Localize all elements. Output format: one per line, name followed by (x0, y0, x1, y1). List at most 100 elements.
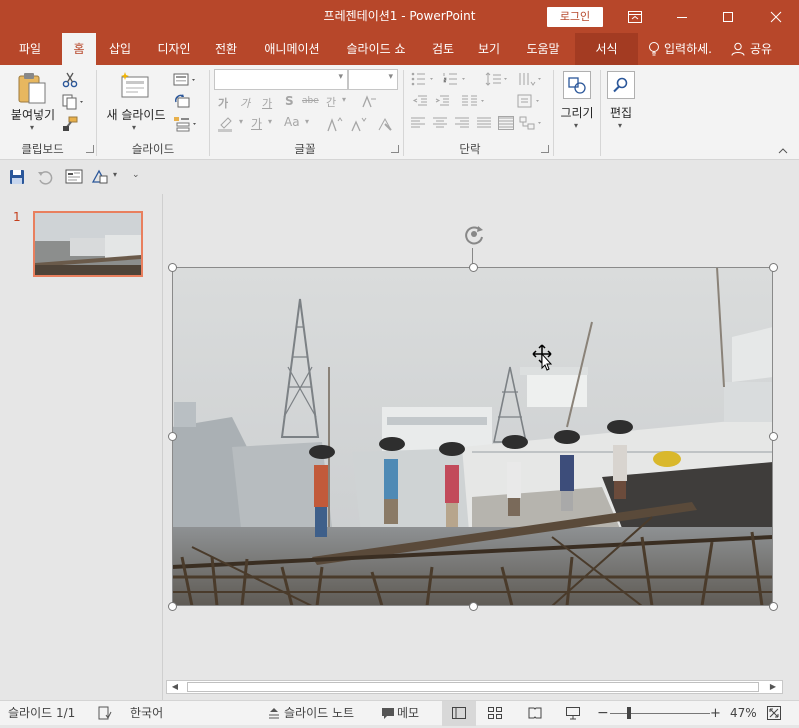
resize-handle[interactable] (168, 432, 177, 441)
decrease-font-icon[interactable] (348, 115, 370, 133)
paste-icon[interactable] (16, 71, 48, 108)
strikethrough-button[interactable]: abe (302, 96, 319, 106)
new-slide-icon[interactable] (118, 71, 152, 104)
draw-dropdown-icon[interactable]: ▾ (574, 121, 578, 130)
line-spacing-icon[interactable] (484, 71, 514, 87)
edit-button[interactable]: 편집 (604, 104, 638, 121)
layout-icon[interactable] (172, 71, 202, 89)
new-slide-button[interactable]: 새 슬라이드 (103, 106, 169, 123)
share-button[interactable]: 공유 (750, 33, 772, 65)
notes-button[interactable]: 슬라이드 노트 (284, 701, 354, 726)
section-icon[interactable] (172, 115, 202, 133)
paragraph-launcher-icon[interactable] (541, 145, 549, 153)
save-icon[interactable] (8, 168, 26, 186)
paste-button[interactable]: 붙여넣기 (6, 106, 60, 123)
numbering-icon[interactable] (442, 71, 472, 87)
horizontal-scrollbar[interactable]: ◀ ▶ (166, 680, 783, 694)
reading-view-icon[interactable] (528, 707, 542, 722)
resize-handle[interactable] (769, 263, 778, 272)
scroll-thumb[interactable] (187, 682, 759, 692)
decrease-indent-icon[interactable] (410, 93, 430, 109)
customize-qat-icon[interactable]: ⌄ (132, 170, 140, 180)
chevron-down-icon[interactable]: ▾ (268, 117, 272, 126)
scroll-left-icon[interactable]: ◀ (169, 682, 181, 692)
resize-handle[interactable] (769, 432, 778, 441)
font-launcher-icon[interactable] (391, 145, 399, 153)
bold-button[interactable]: 가 (218, 95, 228, 111)
chevron-down-icon[interactable]: ▾ (388, 72, 393, 82)
login-button[interactable]: 로그인 (547, 7, 603, 27)
justify-icon[interactable] (474, 115, 494, 131)
accessibility-icon[interactable] (98, 706, 112, 723)
scroll-right-icon[interactable]: ▶ (767, 682, 779, 692)
ribbon-display-options-icon[interactable] (612, 0, 658, 33)
zoom-level[interactable]: 47% (730, 701, 757, 726)
search-icon[interactable] (607, 71, 635, 99)
vertical-scrollbar[interactable] (783, 194, 799, 700)
tab-review[interactable]: 검토 (424, 33, 462, 65)
tab-help[interactable]: 도움말 (518, 33, 568, 65)
font-size-aa-button[interactable]: Aa (284, 115, 300, 129)
tab-slideshow[interactable]: 슬라이드 쇼 (336, 33, 416, 65)
character-spacing-button[interactable]: 간 (326, 94, 336, 110)
comment-icon[interactable] (381, 707, 395, 723)
font-color-button[interactable]: 가 (251, 115, 262, 132)
align-left-icon[interactable] (408, 115, 428, 131)
collapse-ribbon-icon[interactable] (778, 144, 788, 158)
minimize-icon[interactable] (659, 0, 705, 33)
tab-home[interactable]: 홈 (62, 33, 96, 65)
highlight-color-icon[interactable] (214, 115, 238, 133)
draw-button[interactable]: 그리기 (556, 104, 598, 121)
resize-handle[interactable] (769, 602, 778, 611)
chevron-down-icon[interactable]: ▾ (113, 170, 117, 179)
tab-transitions[interactable]: 전환 (206, 33, 246, 65)
align-text-icon[interactable] (516, 93, 546, 109)
rotate-handle-icon[interactable] (462, 222, 486, 249)
tab-animations[interactable]: 애니메이션 (255, 33, 329, 65)
text-direction-icon[interactable] (516, 71, 546, 87)
slide-thumbnail[interactable] (33, 211, 143, 277)
close-icon[interactable] (753, 0, 799, 33)
cut-icon[interactable] (60, 71, 80, 89)
zoom-slider[interactable] (610, 713, 710, 714)
chevron-down-icon[interactable]: ▾ (239, 117, 243, 126)
tab-view[interactable]: 보기 (470, 33, 508, 65)
resize-handle[interactable] (168, 602, 177, 611)
zoom-out-button[interactable]: − (597, 701, 609, 726)
resize-handle[interactable] (168, 263, 177, 272)
italic-button[interactable]: 가 (240, 95, 250, 111)
from-beginning-icon[interactable] (64, 168, 84, 186)
clear-formatting-icon[interactable] (374, 115, 396, 133)
fit-to-window-icon[interactable] (767, 706, 781, 723)
paste-dropdown-icon[interactable]: ▾ (30, 123, 34, 132)
language-indicator[interactable]: 한국어 (130, 701, 163, 726)
smartart-icon[interactable] (518, 115, 548, 131)
shapes-icon[interactable] (563, 71, 591, 99)
lightbulb-icon[interactable] (648, 41, 660, 60)
shapes-qat-icon[interactable] (90, 168, 110, 186)
chevron-down-icon[interactable]: ▾ (305, 117, 309, 126)
edit-dropdown-icon[interactable]: ▾ (618, 121, 622, 130)
undo-icon[interactable] (36, 168, 54, 186)
zoom-slider-thumb[interactable] (627, 707, 631, 719)
slide-sorter-icon[interactable] (488, 707, 502, 722)
tab-insert[interactable]: 삽입 (100, 33, 140, 65)
chevron-down-icon[interactable]: ▾ (338, 72, 343, 82)
copy-icon[interactable] (60, 93, 88, 111)
distributed-icon[interactable] (496, 115, 516, 131)
tab-file[interactable]: 파일 (8, 33, 52, 65)
reset-slide-icon[interactable] (172, 93, 192, 111)
share-person-icon[interactable] (731, 42, 745, 59)
format-painter-icon[interactable] (60, 115, 80, 133)
underline-button[interactable]: 가 (262, 95, 272, 111)
new-slide-dropdown-icon[interactable]: ▾ (132, 123, 136, 132)
change-case-icon[interactable] (358, 94, 380, 110)
align-right-icon[interactable] (452, 115, 472, 131)
increase-font-icon[interactable] (324, 115, 346, 133)
tell-me-search[interactable]: 입력하세. (664, 33, 712, 65)
maximize-icon[interactable] (705, 0, 751, 33)
bullets-icon[interactable] (410, 71, 440, 87)
clipboard-launcher-icon[interactable] (86, 145, 94, 153)
columns-icon[interactable] (460, 93, 490, 109)
resize-handle[interactable] (469, 602, 478, 611)
